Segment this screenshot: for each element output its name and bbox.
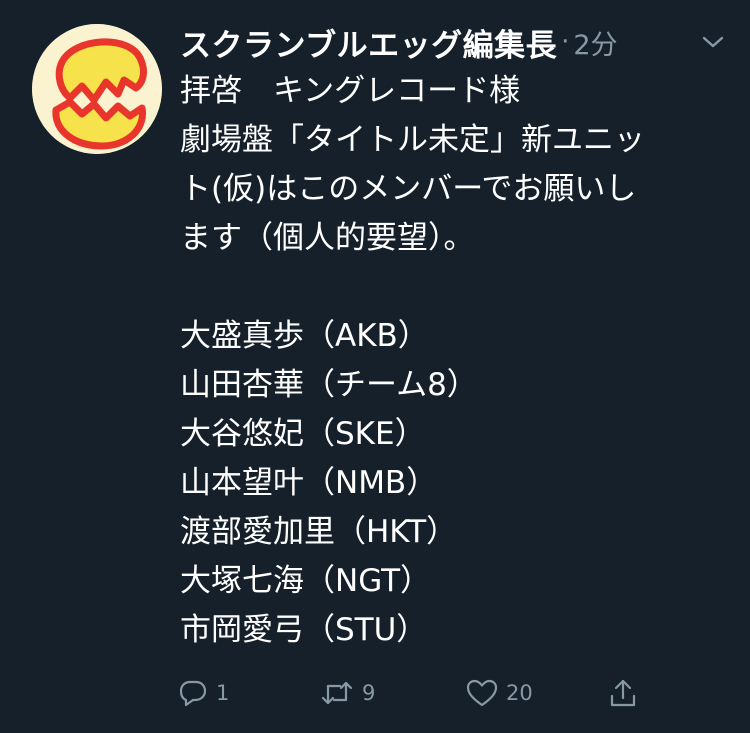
tweet-line: ます（個人的要望）。 [180, 220, 475, 256]
tweet-line: 劇場盤「タイトル未定」新ユニッ [180, 122, 645, 158]
tweet-actions: 1 9 20 [178, 668, 658, 718]
tweet-line: 山田杏華（チーム8） [180, 367, 478, 403]
reply-icon [179, 680, 207, 707]
tweet-line: 大谷悠妃（SKE） [180, 416, 426, 452]
reply-button[interactable]: 1 [178, 668, 229, 718]
tweet-line: 山本望叶（NMB） [180, 465, 438, 501]
avatar[interactable] [32, 24, 162, 154]
tweet-line: ト(仮)はこのメンバーでお願いし [180, 171, 637, 207]
author-name[interactable]: スクランブルエッグ編集長 [180, 20, 557, 65]
tweet-text: 拝啓 キングレコード様 劇場盤「タイトル未定」新ユニッ ト(仮)はこのメンバーで… [180, 67, 740, 655]
tweet-line [180, 263, 740, 312]
reply-count: 1 [216, 681, 230, 705]
scrambled-egg-avatar-icon [32, 24, 162, 154]
tweet-time[interactable]: 2分 [573, 23, 617, 62]
separator-dot: · [561, 27, 570, 57]
tweet[interactable]: スクランブルエッグ編集長 · 2分 拝啓 キングレコード様 劇場盤「タイトル未定… [0, 0, 750, 733]
share-icon [610, 679, 636, 707]
heart-icon [466, 679, 498, 707]
tweet-line: 渡部愛加里（HKT） [180, 514, 458, 550]
tweet-line: 大盛真歩（AKB） [180, 318, 429, 354]
like-count: 20 [506, 681, 533, 705]
tweet-line: 市岡愛弓（STU） [180, 612, 428, 648]
more-menu-button[interactable] [696, 28, 730, 56]
share-button[interactable] [608, 668, 638, 718]
retweet-count: 9 [362, 681, 376, 705]
retweet-icon [321, 681, 353, 705]
retweet-button[interactable]: 9 [320, 668, 375, 718]
like-button[interactable]: 20 [466, 668, 533, 718]
tweet-header: スクランブルエッグ編集長 · 2分 [180, 18, 730, 66]
chevron-down-icon [702, 36, 724, 48]
tweet-line: 大塚七海（NGT） [180, 563, 432, 599]
tweet-line: 拝啓 キングレコード様 [180, 73, 521, 109]
